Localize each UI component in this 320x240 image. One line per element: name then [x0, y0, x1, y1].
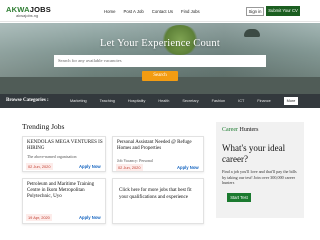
category-secretary[interactable]: Secretary — [182, 99, 198, 103]
category-bar: Browse Categories : Marketing Teaching H… — [0, 94, 320, 108]
category-health[interactable]: Health — [158, 99, 169, 103]
job-card[interactable]: Petroleum and Maritime Training Centre i… — [22, 178, 106, 224]
job-title: Personal Assistant Needed @ Refuge Homes… — [117, 140, 192, 151]
job-card[interactable]: Personal Assistant Needed @ Refuge Homes… — [112, 136, 204, 172]
category-finance[interactable]: Finance — [257, 99, 271, 103]
browse-categories-label: Browse Categories : — [6, 98, 49, 103]
category-ict[interactable]: ICT — [238, 99, 244, 103]
category-hospitality[interactable]: Hospitality — [128, 99, 146, 103]
submit-cv-button[interactable]: Submit Your CV — [266, 6, 300, 16]
more-jobs-card[interactable]: Click here for more jobs that best fit y… — [112, 178, 204, 224]
more-categories-button[interactable]: More — [284, 97, 298, 105]
hero-title: Let Your Experience Count — [100, 38, 220, 49]
career-hunters-panel: Career Hunters What's your ideal career?… — [216, 122, 304, 218]
search-input[interactable]: Search for any available vacancies — [54, 55, 266, 67]
job-card[interactable]: KENDOLAS MEGA VENTURES IS HIRING The abo… — [22, 136, 106, 172]
site-header: AKWAJOBS akwajobs.ng Home Post A Job Con… — [0, 0, 320, 22]
career-description: Find a job you'll love and that'll pay t… — [222, 169, 297, 186]
nav-find-jobs[interactable]: Find Jobs — [181, 9, 200, 14]
nav-home[interactable]: Home — [104, 9, 115, 14]
hero-banner: Let Your Experience Count Search for any… — [0, 23, 320, 94]
apply-now-link[interactable]: Apply Now — [79, 164, 101, 169]
job-date-badge: 19 Apr, 2020 — [26, 214, 52, 221]
career-heading: What's your ideal career? — [222, 143, 286, 164]
hero-lamp-image — [244, 29, 260, 37]
job-subtitle: Job Vacancy: Personal — [117, 158, 153, 163]
category-marketing[interactable]: Marketing — [70, 99, 87, 103]
nav-contact[interactable]: Contact Us — [152, 9, 173, 14]
start-test-button[interactable]: Start Test — [227, 193, 251, 202]
apply-now-link[interactable]: Apply Now — [177, 165, 199, 170]
job-subtitle: The above-named organisation — [27, 154, 77, 159]
category-list: Marketing Teaching Hospitality Health Se… — [70, 94, 271, 108]
job-title: Petroleum and Maritime Training Centre i… — [27, 182, 95, 199]
category-teaching[interactable]: Teaching — [100, 99, 115, 103]
nav-post-job[interactable]: Post A Job — [123, 9, 143, 14]
job-date-badge: 02 Jun, 2020 — [26, 163, 53, 170]
main-nav: Home Post A Job Contact Us Find Jobs — [104, 0, 208, 22]
more-jobs-text: Click here for more jobs that best fit y… — [119, 188, 192, 200]
apply-now-link[interactable]: Apply Now — [79, 215, 101, 220]
job-date-badge: 02 Jun, 2020 — [116, 164, 143, 171]
logo-tagline: akwajobs.ng — [16, 13, 39, 18]
sign-in-button[interactable]: Sign in — [246, 7, 264, 16]
search-button[interactable]: Search — [142, 71, 178, 81]
career-hunters-label: Career Hunters — [222, 127, 259, 133]
category-fashion[interactable]: Fashion — [212, 99, 226, 103]
site-logo[interactable]: AKWAJOBS akwajobs.ng — [6, 3, 51, 19]
trending-jobs-heading: Trending Jobs — [22, 122, 65, 131]
job-title: KENDOLAS MEGA VENTURES IS HIRING — [27, 140, 103, 151]
